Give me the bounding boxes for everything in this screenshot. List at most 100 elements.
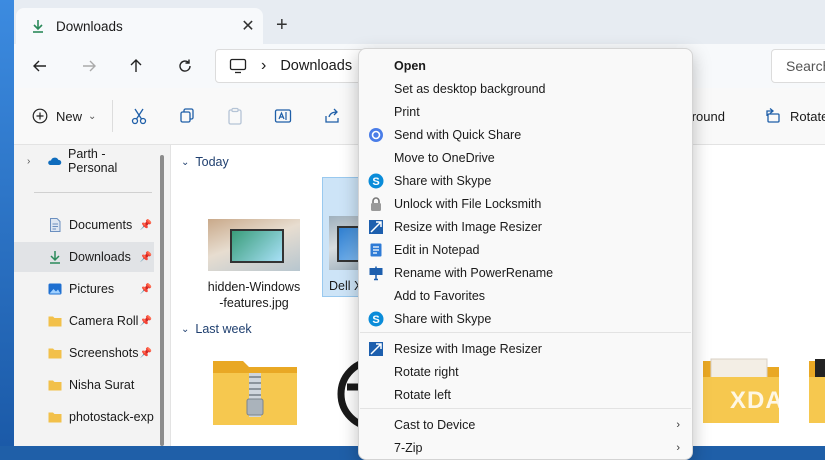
menu-item-7zip[interactable]: 7-Zip › [359, 436, 692, 459]
zip-folder-icon [213, 361, 297, 425]
rename-icon [274, 109, 292, 123]
arrow-right-icon [83, 60, 96, 72]
chevron-right-icon: › [261, 57, 267, 74]
sidebar-item-nisha-surat[interactable]: Nisha Surat [14, 370, 154, 400]
notepad-icon [368, 242, 384, 258]
menu-item-share-skype-2[interactable]: S Share with Skype [359, 307, 692, 330]
menu-item-rotate-left[interactable]: Rotate left [359, 383, 692, 406]
menu-item-move-to-onedrive[interactable]: Move to OneDrive [359, 146, 692, 169]
paste-button[interactable] [226, 102, 244, 130]
menu-separator [360, 408, 691, 409]
menu-separator [360, 332, 691, 333]
sidebar-scrollbar[interactable] [160, 155, 164, 446]
svg-text:S: S [372, 176, 379, 188]
skype-icon: S [368, 173, 384, 189]
menu-item-label: Unlock with File Locksmith [394, 196, 542, 211]
pin-icon: 📌 [139, 315, 152, 327]
sidebar-item-pictures[interactable]: Pictures 📌 [14, 274, 154, 304]
menu-item-print[interactable]: Print [359, 100, 692, 123]
up-button[interactable] [122, 52, 150, 80]
title-bar: Downloads ✕ + [14, 0, 825, 44]
download-icon [50, 251, 60, 264]
menu-item-cast-to-device[interactable]: Cast to Device › [359, 413, 692, 436]
new-tab-button[interactable]: + [276, 14, 288, 37]
forward-button[interactable] [75, 52, 103, 80]
arrow-up-icon [130, 59, 142, 72]
share-button[interactable] [323, 102, 341, 130]
download-icon [33, 20, 43, 33]
folder-item[interactable] [807, 355, 825, 425]
pin-icon: 📌 [139, 283, 152, 295]
menu-item-label: Set as desktop background [394, 81, 546, 96]
new-button[interactable]: New ⌄ [32, 102, 96, 130]
menu-item-share-skype[interactable]: S Share with Skype [359, 169, 692, 192]
sidebar-divider [34, 192, 152, 193]
copy-icon [180, 108, 194, 123]
menu-item-powerrename[interactable]: Rename with PowerRename [359, 261, 692, 284]
group-header-label: Last week [195, 322, 252, 336]
group-header-today[interactable]: ⌄ Today [181, 155, 229, 169]
sidebar-item-label: photostack-expo [69, 410, 154, 424]
menu-item-add-favorites[interactable]: Add to Favorites [359, 284, 692, 307]
chevron-down-icon: ⌄ [181, 323, 190, 335]
menu-item-label: Resize with Image Resizer [394, 219, 542, 234]
sidebar-item-photostack-expo[interactable]: photostack-expo [14, 402, 154, 432]
navigation-pane: › Parth - Personal Documents 📌 Downloads… [14, 145, 171, 446]
sidebar-item-camera-roll[interactable]: Camera Roll 📌 [14, 306, 154, 336]
plus-circle-icon [32, 108, 48, 124]
search-box[interactable]: Search [771, 49, 825, 83]
onedrive-cloud-icon [48, 157, 62, 165]
menu-item-file-locksmith[interactable]: Unlock with File Locksmith [359, 192, 692, 215]
rotate-label: Rotate [790, 108, 825, 124]
menu-item-set-desktop-background[interactable]: Set as desktop background [359, 77, 692, 100]
context-menu: Open Set as desktop background Print Sen… [358, 48, 693, 460]
sidebar-item-onedrive[interactable]: › Parth - Personal [14, 146, 154, 176]
chevron-down-icon: ⌄ [181, 156, 190, 168]
search-placeholder: Search [786, 58, 825, 74]
tab-downloads[interactable]: Downloads ✕ [16, 8, 263, 44]
menu-item-label: Cast to Device [394, 417, 476, 432]
menu-item-image-resizer[interactable]: Resize with Image Resizer [359, 215, 692, 238]
group-header-label: Today [195, 155, 229, 169]
tab-close-button[interactable]: ✕ [233, 16, 263, 36]
sidebar-item-label: Pictures [69, 282, 115, 296]
rotate-icon [766, 108, 780, 123]
zip-folder-item[interactable] [211, 355, 299, 427]
folder-icon [48, 316, 62, 327]
quick-share-icon [368, 127, 384, 143]
group-header-last-week[interactable]: ⌄ Last week [181, 322, 252, 336]
chevron-right-icon: › [676, 441, 680, 454]
pin-icon: 📌 [139, 219, 152, 231]
cut-button[interactable] [130, 102, 148, 130]
refresh-button[interactable] [171, 52, 199, 80]
menu-item-quick-share[interactable]: Send with Quick Share [359, 123, 692, 146]
chevron-right-icon: › [676, 418, 680, 431]
sidebar-item-label: Screenshots [69, 346, 139, 360]
toolbar-divider [112, 100, 113, 132]
copy-button[interactable] [178, 102, 196, 130]
breadcrumb-downloads[interactable]: Downloads [280, 58, 352, 74]
menu-item-label: Print [394, 104, 420, 119]
menu-item-open[interactable]: Open [359, 54, 692, 77]
sidebar-item-screenshots[interactable]: Screenshots 📌 [14, 338, 154, 368]
rename-button[interactable] [274, 102, 292, 130]
menu-item-rotate-right[interactable]: Rotate right [359, 360, 692, 383]
file-name-line2: -features.jpg [219, 296, 289, 310]
sidebar-item-downloads[interactable]: Downloads 📌 [14, 242, 154, 272]
refresh-icon [179, 59, 191, 72]
menu-item-image-resizer-2[interactable]: Resize with Image Resizer [359, 337, 692, 360]
documents-icon [50, 218, 61, 232]
menu-item-label: Rotate right [394, 364, 459, 379]
rotate-button[interactable]: Rotate [764, 102, 825, 130]
back-button[interactable] [26, 52, 54, 80]
menu-item-label: Add to Favorites [394, 288, 486, 303]
file-item[interactable]: hidden-Windows -features.jpg [199, 217, 309, 311]
menu-item-edit-notepad[interactable]: Edit in Notepad [359, 238, 692, 261]
sidebar-item-documents[interactable]: Documents 📌 [14, 210, 154, 240]
monitor-icon [229, 58, 247, 74]
arrow-left-icon [33, 60, 46, 72]
lock-icon [368, 196, 384, 212]
menu-item-label: Send with Quick Share [394, 127, 522, 142]
image-resizer-icon [368, 341, 384, 357]
folder-icon [48, 380, 62, 391]
